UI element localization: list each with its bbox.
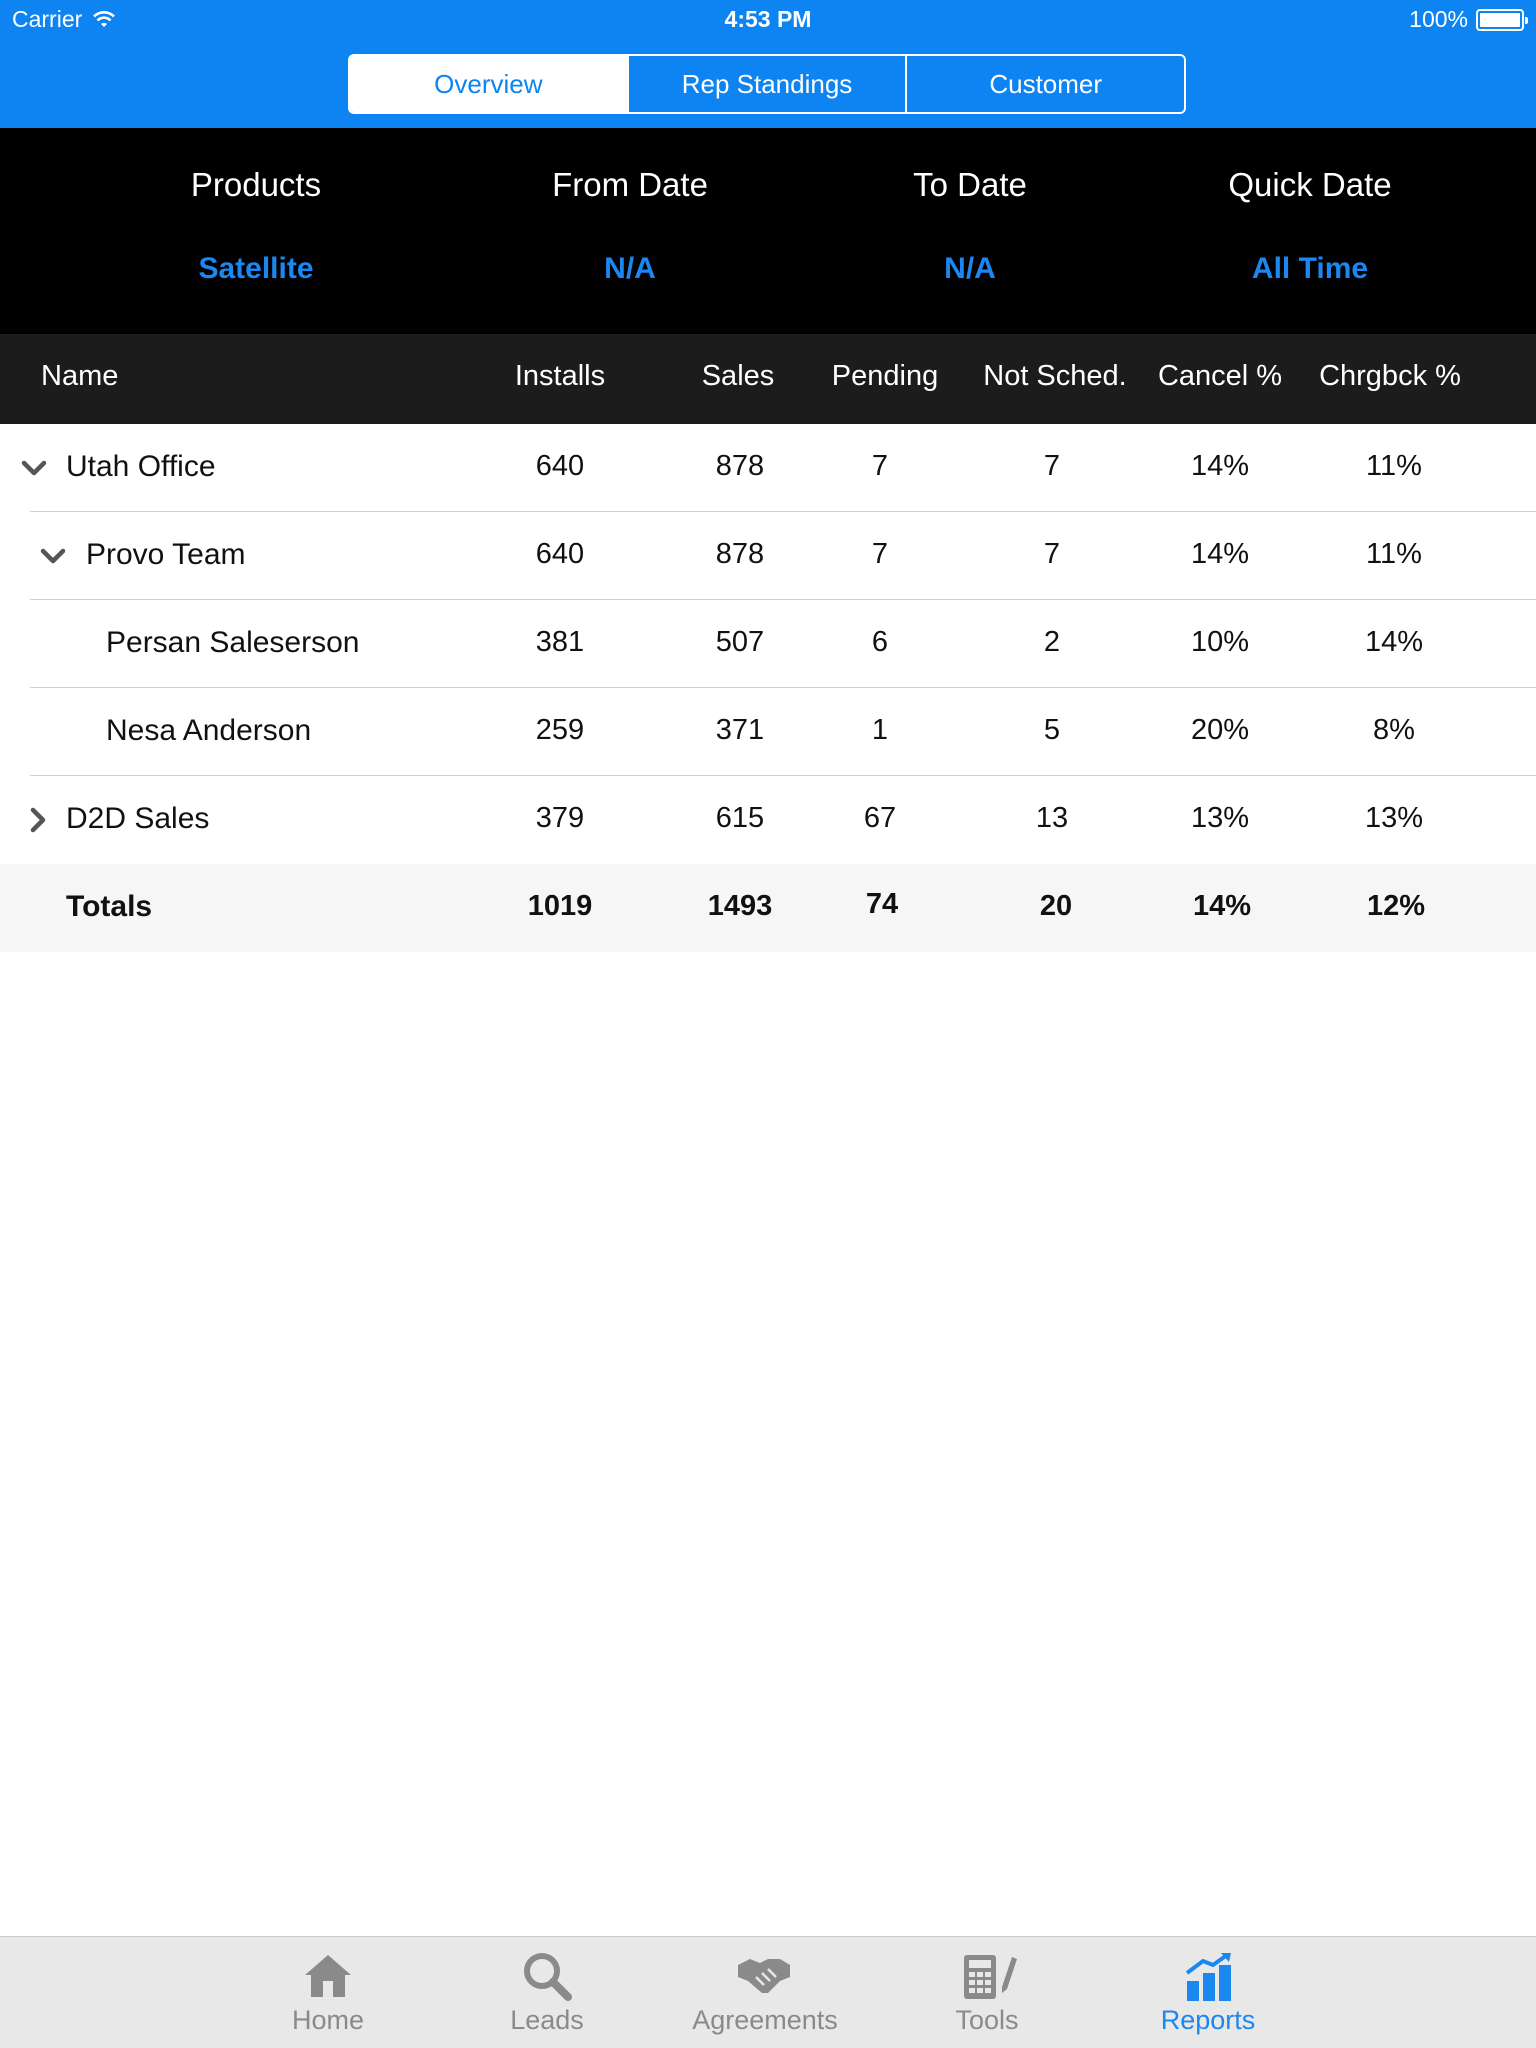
row-chrgbck: 13% xyxy=(1364,802,1424,834)
row-chrgbck: 11% xyxy=(1366,450,1422,482)
tab-agreements[interactable]: Agreements xyxy=(670,1937,860,2048)
row-chrgbck: 14% xyxy=(1364,626,1424,658)
row-cancel: 10% xyxy=(1190,626,1250,658)
segment-customer[interactable]: Customer xyxy=(905,56,1184,112)
totals-installs: 1019 xyxy=(527,890,593,922)
totals-label: Totals xyxy=(66,890,153,923)
segment-rep-standings[interactable]: Rep Standings xyxy=(626,56,906,112)
row-sales: 878 xyxy=(715,538,765,570)
row-name: Nesa Anderson xyxy=(106,714,312,747)
tab-tools[interactable]: Tools xyxy=(892,1937,1082,2048)
filter-from-date-value[interactable]: N/A xyxy=(460,252,800,286)
filter-to-date-label: To Date xyxy=(913,166,1027,203)
battery-icon xyxy=(1476,8,1528,31)
row-not-sched: 13 xyxy=(1035,802,1069,834)
row-cancel: 14% xyxy=(1190,538,1250,570)
row-not-sched: 2 xyxy=(1043,626,1061,658)
status-time: 4:53 PM xyxy=(724,6,812,32)
filter-from-date: From Date N/A xyxy=(460,128,800,334)
row-name: Provo Team xyxy=(86,538,246,571)
tab-tools-label: Tools xyxy=(955,2005,1019,2035)
row-installs: 259 xyxy=(535,714,585,746)
filter-products-value[interactable]: Satellite xyxy=(86,252,426,286)
table-row[interactable]: Nesa Anderson 259 371 1 5 20% 8% xyxy=(0,688,1536,776)
row-sales: 615 xyxy=(715,802,765,834)
tab-bar: Home Leads Agreements Tools Reports xyxy=(0,1936,1536,2048)
table-row[interactable]: Provo Team 640 878 7 7 14% 11% xyxy=(0,512,1536,600)
filter-quick-date: Quick Date All Time xyxy=(1140,128,1480,334)
row-installs: 381 xyxy=(535,626,585,658)
header-sales[interactable]: Sales xyxy=(658,360,818,393)
header-not-sched[interactable]: Not Sched. xyxy=(960,360,1150,393)
table-row[interactable]: Persan Saleserson 381 507 6 2 10% 14% xyxy=(0,600,1536,688)
row-cancel: 14% xyxy=(1190,450,1250,482)
filter-quick-date-value[interactable]: All Time xyxy=(1140,252,1480,286)
row-not-sched: 5 xyxy=(1043,714,1061,746)
tab-leads-label: Leads xyxy=(510,2005,584,2035)
table-row[interactable]: D2D Sales 379 615 67 13 13% 13% xyxy=(0,776,1536,864)
battery-percent: 100% xyxy=(1409,6,1468,32)
table-row[interactable]: Utah Office 640 878 7 7 14% 11% xyxy=(0,424,1536,512)
totals-chrgbck: 12% xyxy=(1366,890,1426,922)
filter-to-date: To Date N/A xyxy=(800,128,1140,334)
calculator-icon xyxy=(964,1955,1017,1999)
totals-pending: 74 xyxy=(865,888,899,920)
magnifier-icon xyxy=(524,1953,572,2001)
row-sales: 507 xyxy=(715,626,765,658)
row-pending: 7 xyxy=(871,538,889,570)
filter-products-label: Products xyxy=(190,166,322,203)
totals-sales: 1493 xyxy=(707,890,773,922)
row-sales: 371 xyxy=(715,714,765,746)
row-pending: 6 xyxy=(871,626,889,658)
filter-products: Products Satellite xyxy=(86,128,426,334)
tab-leads[interactable]: Leads xyxy=(452,1937,642,2048)
tab-reports-label: Reports xyxy=(1160,2005,1256,2035)
row-cancel: 20% xyxy=(1190,714,1250,746)
row-not-sched: 7 xyxy=(1043,538,1061,570)
segment-overview[interactable]: Overview xyxy=(350,56,627,112)
totals-not-sched: 20 xyxy=(1039,890,1073,922)
header-chrgbck[interactable]: Chrgbck % xyxy=(1300,360,1480,393)
handshake-icon xyxy=(738,1959,790,1993)
chevron-down-icon[interactable] xyxy=(39,542,67,570)
filter-bar: Products Satellite From Date N/A To Date… xyxy=(0,128,1536,334)
row-sales: 878 xyxy=(715,450,765,482)
row-installs: 640 xyxy=(535,538,585,570)
header-name[interactable]: Name xyxy=(41,360,118,393)
row-name: D2D Sales xyxy=(66,802,210,835)
app-root: Carrier 4:53 PM 100% Overview Rep Standi… xyxy=(0,0,1536,2048)
row-installs: 379 xyxy=(535,802,585,834)
row-pending: 1 xyxy=(871,714,889,746)
tab-reports[interactable]: Reports xyxy=(1113,1937,1303,2048)
tab-home[interactable]: Home xyxy=(233,1937,423,2048)
header-cancel[interactable]: Cancel % xyxy=(1140,360,1300,393)
row-pending: 7 xyxy=(871,450,889,482)
tab-agreements-label: Agreements xyxy=(692,2005,838,2035)
bar-chart-icon xyxy=(1185,1953,1231,2001)
row-not-sched: 7 xyxy=(1043,450,1061,482)
house-icon xyxy=(305,1955,351,1997)
row-chrgbck: 8% xyxy=(1373,714,1415,746)
row-name: Utah Office xyxy=(66,450,216,483)
top-bar: Carrier 4:53 PM 100% Overview Rep Standi… xyxy=(0,0,1536,128)
status-battery: 100% xyxy=(1409,6,1528,33)
tab-home-label: Home xyxy=(291,2005,365,2035)
chevron-down-icon[interactable] xyxy=(20,454,48,482)
segmented-control: Overview Rep Standings Customer xyxy=(348,54,1186,114)
filter-from-date-label: From Date xyxy=(552,166,708,203)
row-installs: 640 xyxy=(535,450,585,482)
totals-row: Totals 1019 1493 74 20 14% 12% xyxy=(0,864,1536,952)
filter-to-date-value[interactable]: N/A xyxy=(800,252,1140,286)
row-cancel: 13% xyxy=(1190,802,1250,834)
header-pending[interactable]: Pending xyxy=(805,360,965,393)
header-installs[interactable]: Installs xyxy=(480,360,640,393)
row-pending: 67 xyxy=(863,802,897,834)
table-header: Name Installs Sales Pending Not Sched. C… xyxy=(0,334,1536,424)
filter-quick-date-label: Quick Date xyxy=(1228,166,1392,203)
totals-cancel: 14% xyxy=(1192,890,1252,922)
row-name: Persan Saleserson xyxy=(106,626,360,659)
row-chrgbck: 11% xyxy=(1366,538,1422,570)
chevron-right-icon[interactable] xyxy=(24,806,52,834)
